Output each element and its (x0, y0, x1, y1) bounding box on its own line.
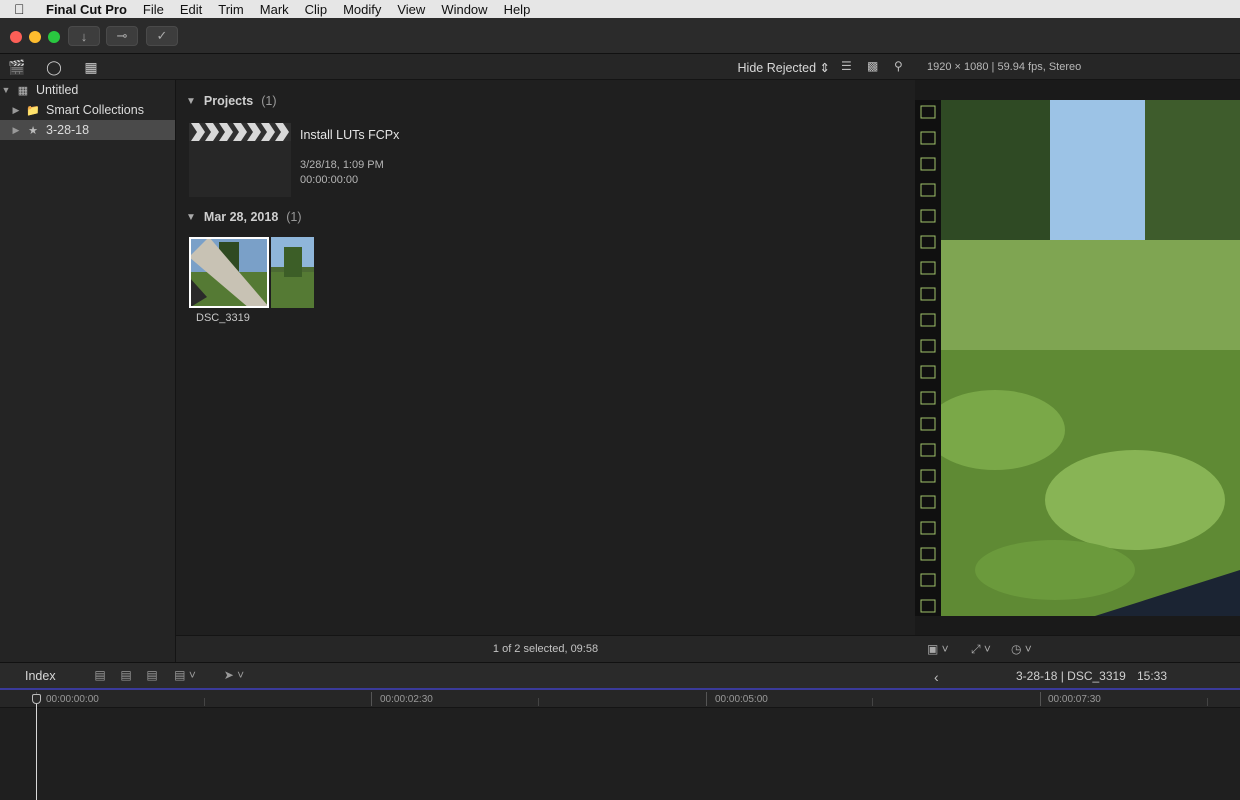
key-icon: ⊸ (116, 28, 128, 43)
menu-modify[interactable]: Modify (335, 2, 389, 17)
transform-icon[interactable]: ⤢ ˅ (971, 642, 991, 657)
playhead[interactable] (36, 698, 37, 800)
ruler-tick (706, 692, 707, 706)
folder-icon: 📁 (26, 104, 40, 117)
clip-filter-dropdown[interactable]: Hide Rejected ⇕ (738, 60, 830, 75)
chevron-left-icon[interactable]: ‹ (934, 669, 939, 685)
section-count: (1) (286, 210, 302, 224)
section-count: (1) (261, 94, 277, 108)
sidebar-item-library[interactable]: ▼ ▦ Untitled (0, 80, 175, 100)
viewer-controls: ▣ ˅ ⤢ ˅ ◷ ˅ (915, 635, 1240, 662)
keywords-button[interactable]: ⊸ (106, 26, 138, 46)
playhead-handle[interactable] (32, 694, 41, 704)
disclosure-down-icon[interactable]: ▼ (186, 96, 196, 107)
date-section-header[interactable]: ▼ Mar 28, 2018 (1) (186, 210, 302, 224)
menu-edit[interactable]: Edit (172, 2, 210, 17)
menu-clip[interactable]: Clip (297, 2, 335, 17)
ruler-tick (204, 698, 205, 706)
browser-header: 🎬 ◯ ▦ Hide Rejected ⇕ ☰ ▩ ⚲ (0, 54, 915, 80)
timeline-duration: 15:33 (1137, 669, 1168, 683)
ruler-label: 00:00:02:30 (380, 694, 433, 705)
section-title: Mar 28, 2018 (203, 210, 279, 224)
clip-name: DSC_3319 (196, 312, 250, 324)
event-star-icon: ★ (28, 124, 38, 137)
browser-content: ▼ Projects (1) Install LUTs FCPx 3/28/18… (176, 80, 915, 635)
select-tool-icon[interactable]: ➤ ˅ (220, 668, 248, 684)
insert-clip-icon[interactable]: ▤ (117, 668, 135, 684)
search-icon[interactable]: ⚲ (894, 59, 903, 73)
browser-status-bar: 1 of 2 selected, 09:58 (176, 635, 915, 662)
timeline-header: Index ▤ ▤ ▤ ▤ ˅ ➤ ˅ ‹ 3-28-18 | DSC_3319… (0, 662, 1240, 690)
import-button[interactable]: ↓ (68, 26, 100, 46)
viewer-frame-image (915, 100, 1240, 616)
section-title: Projects (203, 94, 254, 108)
timeline-area[interactable] (0, 708, 1240, 800)
ruler-tick (872, 698, 873, 706)
viewer-format-info: 1920 × 1080 | 59.94 fps, Stereo (927, 61, 1082, 73)
project-clapper-icon (189, 123, 291, 141)
project-duration: 00:00:00:00 (300, 174, 359, 186)
clip-appearance-icon[interactable]: ☰ (841, 59, 852, 73)
background-tasks-button[interactable]: ✓ (146, 26, 178, 46)
close-window-button[interactable] (10, 31, 22, 43)
menu-mark[interactable]: Mark (252, 2, 297, 17)
libraries-sidebar: ▼ ▦ Untitled ▶ 📁 Smart Collections ▶ ★ 3… (0, 80, 176, 662)
retime-speed-icon[interactable]: ◷ ˅ (1011, 642, 1032, 656)
selection-status: 1 of 2 selected, 09:58 (492, 643, 599, 655)
ruler-tick (1040, 692, 1041, 706)
menu-help[interactable]: Help (496, 2, 539, 17)
sidebar-item-label: Smart Collections (46, 103, 144, 117)
disclosure-right-icon[interactable]: ▶ (10, 125, 22, 136)
sidebar-item-label: Untitled (36, 83, 79, 97)
library-icon: ▦ (17, 84, 29, 97)
toolbar: ↓ ⊸ ✓ (0, 18, 1240, 54)
disclosure-right-icon[interactable]: ▶ (10, 105, 22, 116)
connect-clip-icon[interactable]: ▤ (91, 668, 109, 684)
minimize-window-button[interactable] (29, 31, 41, 43)
import-icon: ↓ (80, 28, 88, 44)
menu-bar:  Final Cut Pro File Edit Trim Mark Clip… (0, 0, 1240, 18)
ruler-label: 00:00:07:30 (1048, 694, 1101, 705)
project-title[interactable]: Install LUTs FCPx (300, 128, 399, 142)
disclosure-down-icon[interactable]: ▼ (0, 85, 12, 95)
clip-filmstrip[interactable] (189, 237, 314, 308)
viewer-header: 1920 × 1080 | 59.94 fps, Stereo (915, 54, 1240, 80)
libraries-icon[interactable]: 🎬 (7, 58, 27, 76)
sidebar-item-label: 3-28-18 (46, 123, 90, 137)
append-clip-icon[interactable]: ▤ (143, 668, 161, 684)
zoom-window-button[interactable] (48, 31, 60, 43)
sidebar-item-event[interactable]: ▶ ★ 3-28-18 (0, 120, 175, 140)
ruler-label: 00:00:00:00 (46, 694, 99, 705)
filter-label: Hide Rejected (737, 61, 817, 75)
disclosure-down-icon[interactable]: ▼ (186, 212, 196, 223)
photos-audio-icon[interactable]: ◯ (44, 58, 64, 76)
apple-icon[interactable]:  (14, 1, 34, 17)
ruler-tick (1207, 698, 1208, 706)
timeline-ruler[interactable]: 00:00:00:00 00:00:02:30 00:00:05:00 00:0… (0, 690, 1240, 708)
sidebar-item-smart-collections[interactable]: ▶ 📁 Smart Collections (0, 100, 175, 120)
projects-section-header[interactable]: ▼ Projects (1) (186, 94, 277, 108)
project-date: 3/28/18, 1:09 PM (300, 159, 384, 171)
timeline-clip-info: 3-28-18 | DSC_3319 (1016, 669, 1126, 683)
titles-generators-icon[interactable]: ▦ (81, 58, 101, 76)
menu-file[interactable]: File (135, 2, 172, 17)
menu-view[interactable]: View (389, 2, 433, 17)
timeline-index-button[interactable]: Index (25, 669, 56, 683)
overwrite-clip-icon[interactable]: ▤ ˅ (170, 668, 200, 684)
ruler-tick (538, 698, 539, 706)
viewer-panel (915, 80, 1240, 635)
ruler-tick (371, 692, 372, 706)
menu-trim[interactable]: Trim (210, 2, 252, 17)
checkmark-icon: ✓ (156, 28, 168, 43)
filmstrip-view-icon[interactable]: ▩ (867, 59, 878, 73)
menu-window[interactable]: Window (433, 2, 495, 17)
menu-app-name[interactable]: Final Cut Pro (46, 2, 135, 17)
ruler-label: 00:00:05:00 (715, 694, 768, 705)
view-options-icon[interactable]: ▣ ˅ (927, 642, 949, 656)
